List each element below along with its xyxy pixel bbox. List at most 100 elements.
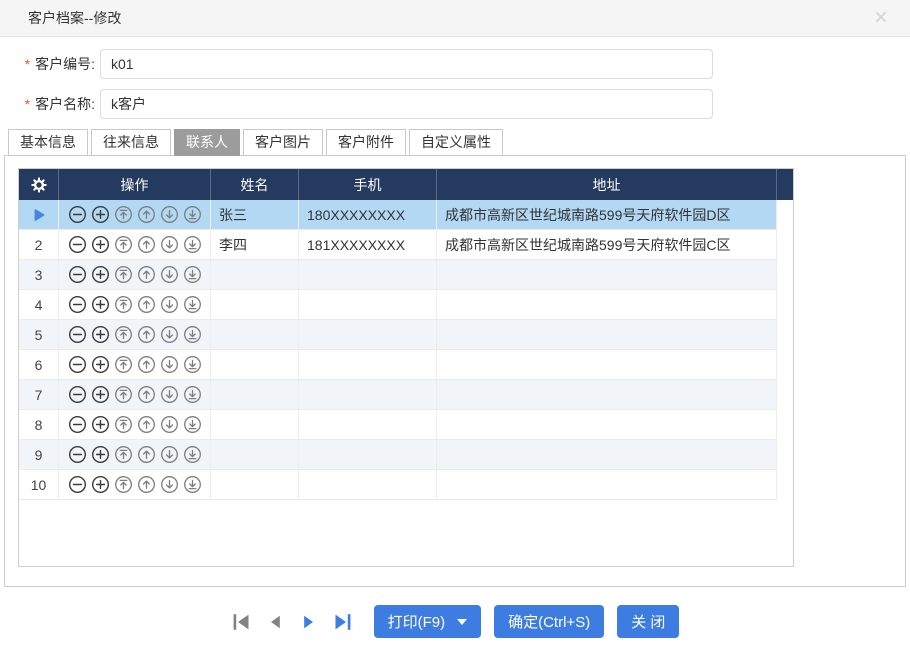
tab-custom-properties[interactable]: 自定义属性: [409, 129, 503, 156]
add-row-icon[interactable]: [91, 295, 110, 314]
add-row-icon[interactable]: [91, 475, 110, 494]
move-up-icon[interactable]: [137, 325, 156, 344]
add-row-icon[interactable]: [91, 205, 110, 224]
column-settings-button[interactable]: [19, 169, 59, 200]
move-bottom-icon[interactable]: [183, 265, 202, 284]
tab-customer-attachments[interactable]: 客户附件: [326, 129, 406, 156]
table-row[interactable]: 7: [19, 380, 793, 410]
table-row[interactable]: 2 李四 181XXXXXXXX 成都市高新区世纪城南路599号天府软: [19, 230, 793, 260]
move-top-icon[interactable]: [114, 205, 133, 224]
move-bottom-icon[interactable]: [183, 475, 202, 494]
table-row[interactable]: 6: [19, 350, 793, 380]
move-bottom-icon[interactable]: [183, 415, 202, 434]
add-row-icon[interactable]: [91, 325, 110, 344]
move-down-icon[interactable]: [160, 265, 179, 284]
move-bottom-icon[interactable]: [183, 295, 202, 314]
move-bottom-icon[interactable]: [183, 355, 202, 374]
tab-contacts[interactable]: 联系人: [174, 129, 240, 156]
move-up-icon[interactable]: [137, 355, 156, 374]
move-up-icon[interactable]: [137, 205, 156, 224]
move-down-icon[interactable]: [160, 475, 179, 494]
cell-name: [211, 320, 299, 350]
add-row-icon[interactable]: [91, 415, 110, 434]
move-down-icon[interactable]: [160, 325, 179, 344]
remove-row-icon[interactable]: [68, 475, 87, 494]
move-bottom-icon[interactable]: [183, 325, 202, 344]
add-row-icon[interactable]: [91, 445, 110, 464]
nav-prev-icon: [265, 612, 285, 632]
move-down-icon[interactable]: [160, 295, 179, 314]
table-row[interactable]: 8: [19, 410, 793, 440]
move-top-icon[interactable]: [114, 265, 133, 284]
close-button[interactable]: 关 闭: [617, 605, 679, 638]
nav-next-button[interactable]: [299, 612, 319, 632]
remove-row-icon[interactable]: [68, 235, 87, 254]
tab-basic-info[interactable]: 基本信息: [8, 129, 88, 156]
move-bottom-icon[interactable]: [183, 385, 202, 404]
dialog-title: 客户档案--修改: [28, 8, 121, 28]
move-up-icon[interactable]: [137, 385, 156, 404]
move-down-icon[interactable]: [160, 415, 179, 434]
required-asterisk: *: [25, 96, 30, 112]
table-row[interactable]: 4: [19, 290, 793, 320]
add-row-icon[interactable]: [91, 235, 110, 254]
move-down-icon[interactable]: [160, 445, 179, 464]
move-top-icon[interactable]: [114, 385, 133, 404]
move-up-icon[interactable]: [137, 295, 156, 314]
move-down-icon[interactable]: [160, 205, 179, 224]
move-up-icon[interactable]: [137, 445, 156, 464]
confirm-button[interactable]: 确定(Ctrl+S): [494, 605, 604, 638]
tab-customer-images[interactable]: 客户图片: [243, 129, 323, 156]
close-icon[interactable]: ×: [874, 6, 888, 30]
add-row-icon[interactable]: [91, 265, 110, 284]
move-up-icon[interactable]: [137, 415, 156, 434]
move-top-icon[interactable]: [114, 415, 133, 434]
remove-row-icon[interactable]: [68, 355, 87, 374]
tab-transactions[interactable]: 往来信息: [91, 129, 171, 156]
print-button[interactable]: 打印(F9): [374, 605, 482, 638]
table-row[interactable]: 9: [19, 440, 793, 470]
move-bottom-icon[interactable]: [183, 205, 202, 224]
move-up-icon[interactable]: [137, 235, 156, 254]
remove-row-icon[interactable]: [68, 325, 87, 344]
move-bottom-icon[interactable]: [183, 445, 202, 464]
move-down-icon[interactable]: [160, 235, 179, 254]
table-row[interactable]: 张三 180XXXXXXXX 成都市高新区世纪城南路599号天府软件园D区: [19, 200, 793, 230]
remove-row-icon[interactable]: [68, 295, 87, 314]
move-top-icon[interactable]: [114, 355, 133, 374]
cell-phone: 181XXXXXXXX: [299, 230, 437, 260]
move-down-icon[interactable]: [160, 355, 179, 374]
move-top-icon[interactable]: [114, 445, 133, 464]
move-up-icon[interactable]: [137, 475, 156, 494]
column-header-ops: 操作: [59, 169, 211, 200]
nav-first-button[interactable]: [231, 612, 251, 632]
remove-row-icon[interactable]: [68, 205, 87, 224]
move-bottom-icon[interactable]: [183, 235, 202, 254]
remove-row-icon[interactable]: [68, 265, 87, 284]
move-down-icon[interactable]: [160, 385, 179, 404]
nav-prev-button[interactable]: [265, 612, 285, 632]
customer-name-input[interactable]: [100, 89, 713, 119]
column-header-name: 姓名: [211, 169, 299, 200]
table-row[interactable]: 3: [19, 260, 793, 290]
cell-phone: [299, 260, 437, 290]
remove-row-icon[interactable]: [68, 445, 87, 464]
cell-spacer: [777, 320, 793, 350]
remove-row-icon[interactable]: [68, 415, 87, 434]
move-top-icon[interactable]: [114, 235, 133, 254]
move-top-icon[interactable]: [114, 295, 133, 314]
remove-row-icon[interactable]: [68, 385, 87, 404]
row-number: 5: [35, 327, 43, 343]
nav-last-button[interactable]: [333, 612, 353, 632]
add-row-icon[interactable]: [91, 355, 110, 374]
table-row[interactable]: 5: [19, 320, 793, 350]
column-header-address: 地址: [437, 169, 777, 200]
move-top-icon[interactable]: [114, 325, 133, 344]
move-up-icon[interactable]: [137, 265, 156, 284]
customer-code-input[interactable]: [100, 49, 713, 79]
move-top-icon[interactable]: [114, 475, 133, 494]
table-row[interactable]: 10: [19, 470, 793, 500]
cell-phone: 180XXXXXXXX: [299, 200, 437, 230]
dropdown-caret-icon[interactable]: [457, 619, 467, 625]
add-row-icon[interactable]: [91, 385, 110, 404]
